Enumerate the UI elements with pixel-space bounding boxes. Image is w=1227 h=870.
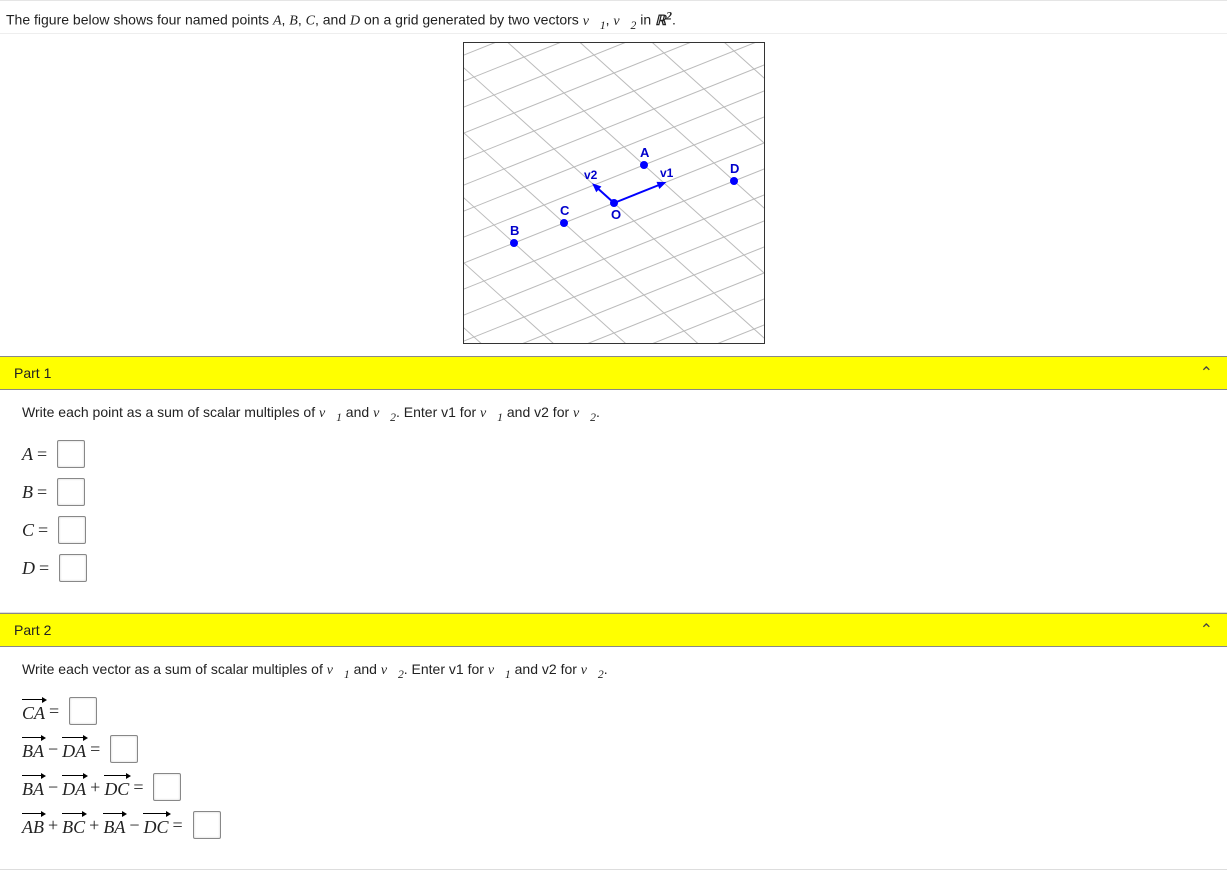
p2-v2b: v⃗2 — [581, 663, 604, 678]
p1-t3: . Enter v1 for — [396, 404, 480, 420]
vec-DA: DA — [62, 737, 86, 762]
intro-period: . — [672, 12, 676, 28]
p1-v2b: v⃗2 — [573, 406, 596, 421]
var-A: A — [273, 14, 282, 29]
p1-t2: and — [342, 404, 373, 420]
plus-2: + — [48, 815, 58, 836]
input-B[interactable] — [57, 478, 85, 506]
intro-comma3: , and — [315, 12, 350, 28]
equals-D: = — [39, 558, 49, 579]
problem-intro: The figure below shows four named points… — [0, 0, 1227, 34]
part2-prompt: Write each vector as a sum of scalar mul… — [22, 661, 1213, 681]
vec-AB: AB — [22, 813, 44, 838]
input-C[interactable] — [58, 516, 86, 544]
minus-2: − — [48, 777, 58, 798]
svg-text:O: O — [611, 207, 621, 222]
vector-grid-figure: v1 v2 O A B C D — [463, 42, 765, 344]
equals-4: = — [173, 815, 183, 836]
input-AB-BC-BA-DC[interactable] — [193, 811, 221, 839]
input-A[interactable] — [57, 440, 85, 468]
part1-body: Write each point as a sum of scalar mult… — [0, 390, 1227, 613]
input-D[interactable] — [59, 554, 87, 582]
p2-t2: and — [350, 661, 381, 677]
part1-prompt: Write each point as a sum of scalar mult… — [22, 404, 1213, 424]
input-BA-DA[interactable] — [110, 735, 138, 763]
vec-DC: DC — [104, 775, 129, 800]
vec-DC2: DC — [143, 813, 168, 838]
input-CA[interactable] — [69, 697, 97, 725]
row-BA-DA: BA − DA = — [22, 735, 1213, 763]
p1-t1: Write each point as a sum of scalar mult… — [22, 404, 319, 420]
p2-t3: . Enter v1 for — [404, 661, 488, 677]
var-C: C — [306, 14, 315, 29]
p2-v2: v⃗2 — [381, 663, 404, 678]
p2-t4: and v2 for — [511, 661, 581, 677]
figure-container: v1 v2 O A B C D — [0, 34, 1227, 356]
vec-BA: BA — [22, 737, 44, 762]
p2-t1: Write each vector as a sum of scalar mul… — [22, 661, 327, 677]
row-D: D= — [22, 554, 1213, 582]
equals-A: = — [37, 444, 47, 465]
label-A: A — [22, 444, 33, 465]
equals-B: = — [37, 482, 47, 503]
svg-text:v1: v1 — [660, 166, 674, 180]
vec-BA2: BA — [22, 775, 44, 800]
p2-v1: v⃗1 — [327, 663, 350, 678]
label-D: D — [22, 558, 35, 579]
part1-title: Part 1 — [14, 365, 51, 381]
vec-BC: BC — [62, 813, 85, 838]
svg-text:C: C — [560, 203, 570, 218]
svg-text:B: B — [510, 223, 519, 238]
intro-in: in — [636, 12, 655, 28]
row-BA-DA-DC: BA − DA + DC = — [22, 773, 1213, 801]
intro-text-1: The figure below shows four named points — [6, 12, 273, 28]
label-B: B — [22, 482, 33, 503]
row-CA: CA = — [22, 697, 1213, 725]
vec-DA2: DA — [62, 775, 86, 800]
row-A: A= — [22, 440, 1213, 468]
equals-CA: = — [49, 701, 59, 722]
collapse-icon[interactable]: ⌃ — [1200, 363, 1213, 383]
row-C: C= — [22, 516, 1213, 544]
collapse-icon[interactable]: ⌃ — [1200, 620, 1213, 640]
row-AB-BC-BA-DC: AB + BC + BA − DC = — [22, 811, 1213, 839]
svg-text:D: D — [730, 161, 739, 176]
input-BA-DA-DC[interactable] — [153, 773, 181, 801]
plus-3: + — [89, 815, 99, 836]
equals-3: = — [133, 777, 143, 798]
var-B: B — [289, 14, 298, 29]
p1-t4: and v2 for — [503, 404, 573, 420]
var-v1: v⃗1 — [583, 14, 606, 29]
p2-v1b: v⃗1 — [488, 663, 511, 678]
intro-comma2: , — [298, 12, 306, 28]
part1-header[interactable]: Part 1 ⌃ — [0, 356, 1227, 390]
part2-title: Part 2 — [14, 622, 51, 638]
var-v2: v⃗2 — [613, 14, 636, 29]
vec-BA3: BA — [103, 813, 125, 838]
p2-t5: . — [604, 661, 608, 677]
svg-text:A: A — [640, 145, 650, 160]
var-D: D — [350, 14, 360, 29]
vec-CA: CA — [22, 699, 45, 724]
minus-3: − — [129, 815, 139, 836]
p1-t5: . — [596, 404, 600, 420]
p1-v1: v⃗1 — [319, 406, 342, 421]
var-R2: ℝ2 — [655, 14, 672, 29]
svg-text:v2: v2 — [584, 168, 598, 182]
row-B: B= — [22, 478, 1213, 506]
part2-header[interactable]: Part 2 ⌃ — [0, 613, 1227, 647]
p1-v2: v⃗2 — [373, 406, 396, 421]
intro-text-2: on a grid generated by two vectors — [360, 12, 583, 28]
part2-body: Write each vector as a sum of scalar mul… — [0, 647, 1227, 870]
equals-C: = — [38, 520, 48, 541]
equals-2: = — [90, 739, 100, 760]
plus-1: + — [90, 777, 100, 798]
label-C: C — [22, 520, 34, 541]
minus-1: − — [48, 739, 58, 760]
p1-v1b: v⃗1 — [480, 406, 503, 421]
